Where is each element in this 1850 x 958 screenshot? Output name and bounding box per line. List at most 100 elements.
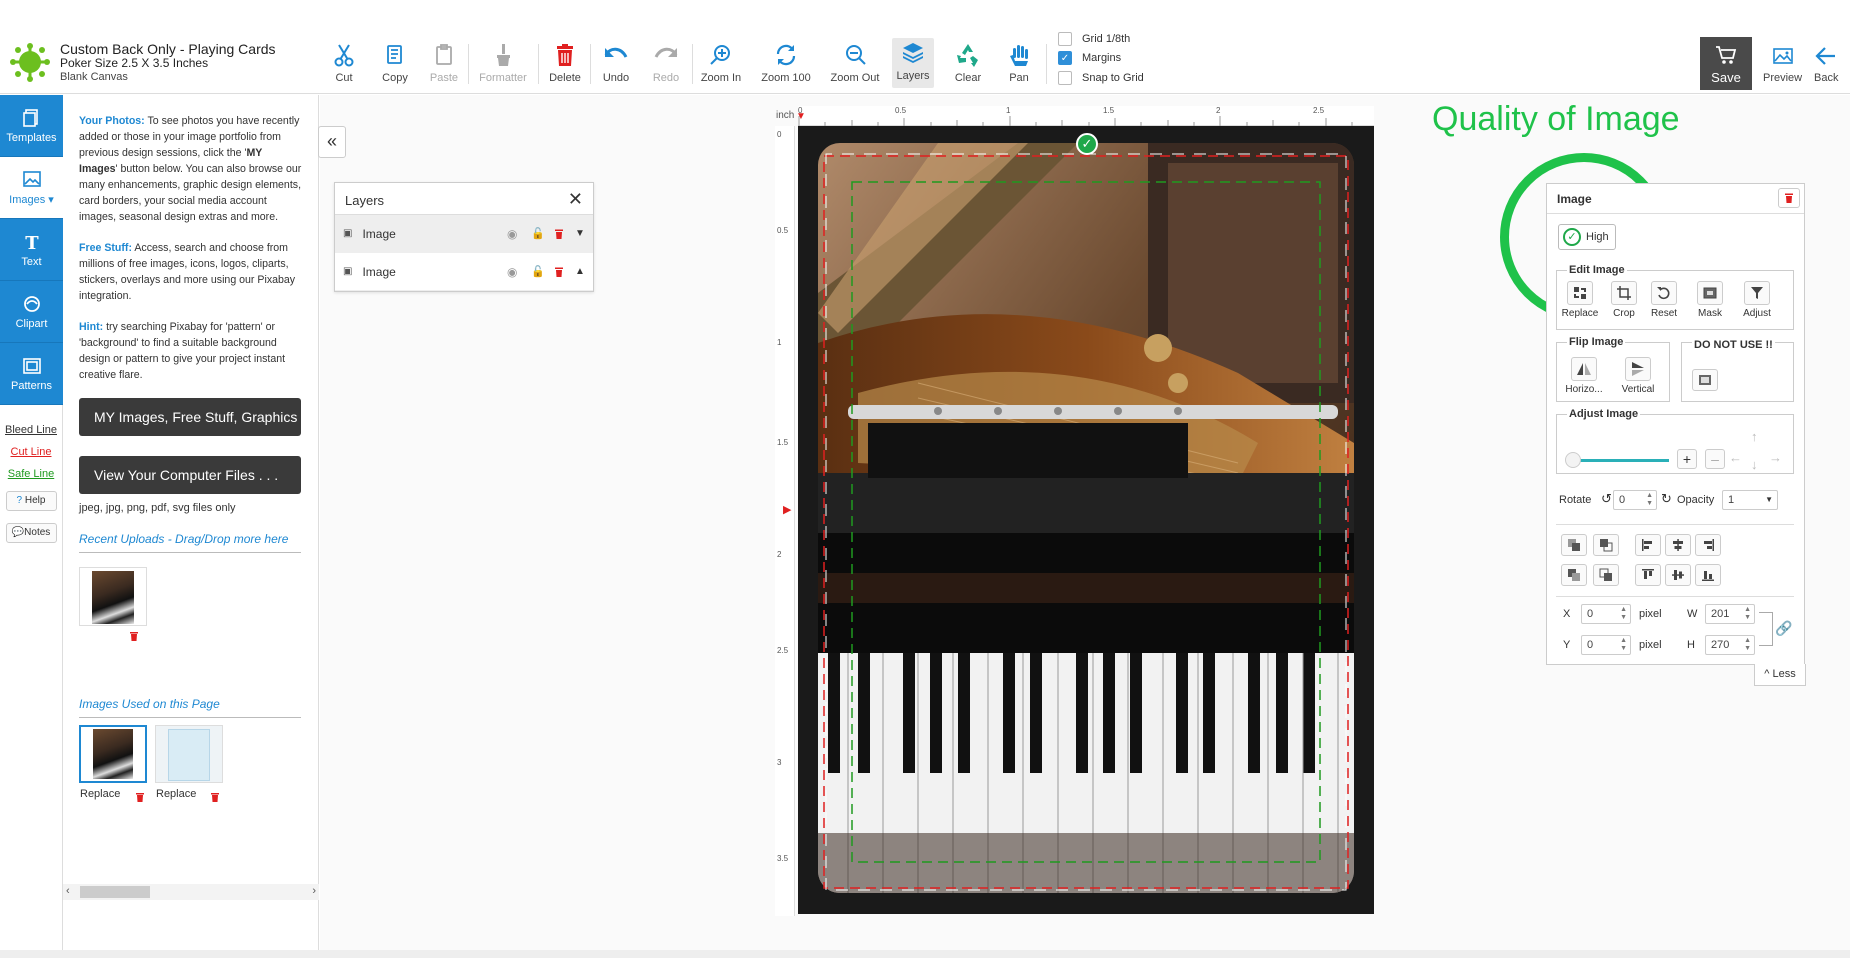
used-image-thumbnail-1[interactable] — [79, 725, 147, 783]
chevron-down-icon[interactable]: ▼ — [575, 228, 585, 239]
redo-button[interactable]: Redo — [651, 42, 681, 88]
arrow-up-icon[interactable]: ↑ — [1751, 429, 1758, 444]
flip-vertical-button[interactable]: Vertical — [1615, 357, 1661, 395]
undo-button[interactable]: Undo — [600, 42, 632, 88]
replace-link-2[interactable]: Replace — [156, 788, 196, 800]
help-button[interactable]: ? Help — [5, 491, 57, 511]
replace-image-button[interactable]: Replace — [1562, 281, 1598, 319]
arrow-right-icon[interactable]: → — [1769, 450, 1782, 465]
size-slider-handle[interactable] — [1565, 452, 1581, 468]
stepper-icon[interactable]: ▲ ▼ — [1744, 637, 1751, 653]
recent-upload-thumbnail[interactable] — [79, 567, 147, 626]
margins-checkbox[interactable]: ✓ Margins — [1058, 51, 1121, 65]
side-panel-scrollbar[interactable]: ‹ › — [63, 884, 319, 900]
trash-icon[interactable] — [553, 265, 565, 279]
eye-icon[interactable]: ◉ — [507, 227, 517, 241]
snap-checkbox[interactable]: Snap to Grid — [1058, 71, 1144, 85]
close-icon[interactable]: ✕ — [568, 189, 583, 210]
rotate-input[interactable]: 0 ▲ ▼ — [1613, 490, 1657, 510]
height-input[interactable]: 270 ▲ ▼ — [1705, 635, 1755, 655]
scroll-left-icon[interactable]: ‹ — [66, 885, 70, 897]
snap-checkbox-box[interactable] — [1058, 71, 1072, 85]
align-middle-button[interactable] — [1665, 564, 1691, 586]
send-to-back-button[interactable] — [1593, 564, 1619, 586]
back-button[interactable]: Back — [1814, 44, 1838, 84]
replace-link-1[interactable]: Replace — [80, 788, 120, 800]
stepper-icon[interactable]: ▲ ▼ — [1620, 606, 1627, 622]
size-slider-track[interactable] — [1569, 459, 1669, 462]
mask-button[interactable]: Mask — [1695, 281, 1725, 319]
stepper-icon[interactable]: ▲ ▼ — [1620, 637, 1627, 653]
opacity-select[interactable]: 1 ▼ — [1722, 490, 1778, 510]
nav-templates[interactable]: Templates — [0, 95, 63, 157]
nav-clipart[interactable]: Clipart — [0, 281, 63, 343]
align-left-button[interactable] — [1635, 534, 1661, 556]
zoom-out-button[interactable]: Zoom Out — [830, 42, 880, 88]
formatter-button[interactable]: Formatter — [478, 42, 528, 88]
bring-to-front-button[interactable] — [1593, 534, 1619, 556]
layers-button[interactable]: Layers — [892, 38, 934, 88]
trash-icon[interactable] — [209, 791, 221, 803]
recent-uploads-heading[interactable]: Recent Uploads - Drag/Drop more here — [79, 532, 301, 553]
arrow-left-icon[interactable]: ← — [1729, 450, 1742, 465]
quality-check-icon[interactable]: ✓ — [1076, 133, 1098, 155]
zoom-in-button[interactable]: Zoom In — [700, 42, 742, 88]
copy-button[interactable]: Copy — [380, 42, 410, 88]
grid-checkbox[interactable]: Grid 1/8th — [1058, 32, 1130, 46]
notes-button[interactable]: 💬Notes — [5, 523, 57, 543]
view-computer-files-button[interactable]: View Your Computer Files . . . — [79, 456, 301, 494]
y-input[interactable]: 0 ▲ ▼ — [1581, 635, 1631, 655]
zoom-plus-button[interactable]: + — [1677, 449, 1697, 469]
nav-images[interactable]: Images ▾ — [0, 157, 63, 219]
paste-button[interactable]: Paste — [429, 42, 459, 88]
lock-icon[interactable]: 🔓 — [531, 227, 545, 240]
chevron-up-icon[interactable]: ▲ — [575, 266, 585, 277]
adjust-button[interactable]: Adjust — [1739, 281, 1775, 319]
bring-forward-button[interactable] — [1561, 534, 1587, 556]
align-top-button[interactable] — [1635, 564, 1661, 586]
align-bottom-button[interactable] — [1695, 564, 1721, 586]
less-button[interactable]: ^ Less — [1754, 664, 1806, 686]
save-button[interactable]: Save — [1700, 37, 1752, 90]
bottom-scrollbar[interactable] — [0, 950, 1850, 958]
rotate-left-icon[interactable]: ↺ — [1601, 491, 1612, 507]
zoom-100-button[interactable]: Zoom 100 — [760, 42, 812, 88]
quality-high-badge[interactable]: ✓ High — [1558, 224, 1616, 250]
link-icon[interactable]: 🔗 — [1775, 620, 1792, 637]
trash-icon[interactable] — [128, 630, 140, 642]
nav-patterns[interactable]: Patterns — [0, 343, 63, 405]
align-right-button[interactable] — [1695, 534, 1721, 556]
layer-row[interactable]: ▣ Image ◉ 🔓 ▼ — [335, 215, 593, 253]
stepper-icon[interactable]: ▲ ▼ — [1744, 606, 1751, 622]
collapse-panel-button[interactable]: « — [318, 126, 346, 158]
pan-button[interactable]: Pan — [1004, 42, 1034, 88]
trash-icon[interactable] — [134, 791, 146, 803]
preview-button[interactable]: Preview — [1763, 44, 1802, 84]
x-input[interactable]: 0 ▲ ▼ — [1581, 604, 1631, 624]
used-image-thumbnail-2[interactable] — [155, 725, 223, 783]
lock-icon[interactable]: 🔓 — [531, 265, 545, 278]
grid-checkbox-box[interactable] — [1058, 32, 1072, 46]
arrow-down-icon[interactable]: ↓ — [1751, 457, 1758, 472]
cut-button[interactable]: Cut — [330, 42, 358, 88]
rotate-right-icon[interactable]: ↻ — [1661, 491, 1672, 507]
crop-button[interactable]: Crop — [1609, 281, 1639, 319]
trash-icon[interactable] — [553, 227, 565, 241]
layer-row[interactable]: ▣ Image ◉ 🔓 ▲ — [335, 253, 593, 291]
zoom-minus-button[interactable]: – — [1705, 449, 1725, 469]
my-images-button[interactable]: MY Images, Free Stuff, Graphics — [79, 398, 301, 436]
do-not-use-button[interactable] — [1692, 369, 1718, 391]
scrollbar-thumb[interactable] — [80, 886, 150, 898]
check-icon[interactable]: ✓ — [1058, 51, 1072, 65]
send-backward-button[interactable] — [1561, 564, 1587, 586]
eye-icon[interactable]: ◉ — [507, 265, 517, 279]
align-center-button[interactable] — [1665, 534, 1691, 556]
scroll-right-icon[interactable]: › — [312, 885, 316, 897]
flip-horizontal-button[interactable]: Horizo... — [1561, 357, 1607, 395]
delete-button[interactable]: Delete — [549, 42, 581, 88]
stepper-icon[interactable]: ▲ ▼ — [1646, 492, 1653, 508]
clear-button[interactable]: Clear — [952, 42, 984, 88]
width-input[interactable]: 201 ▲ ▼ — [1705, 604, 1755, 624]
nav-text[interactable]: T Text — [0, 219, 63, 281]
delete-image-button[interactable] — [1778, 188, 1800, 208]
